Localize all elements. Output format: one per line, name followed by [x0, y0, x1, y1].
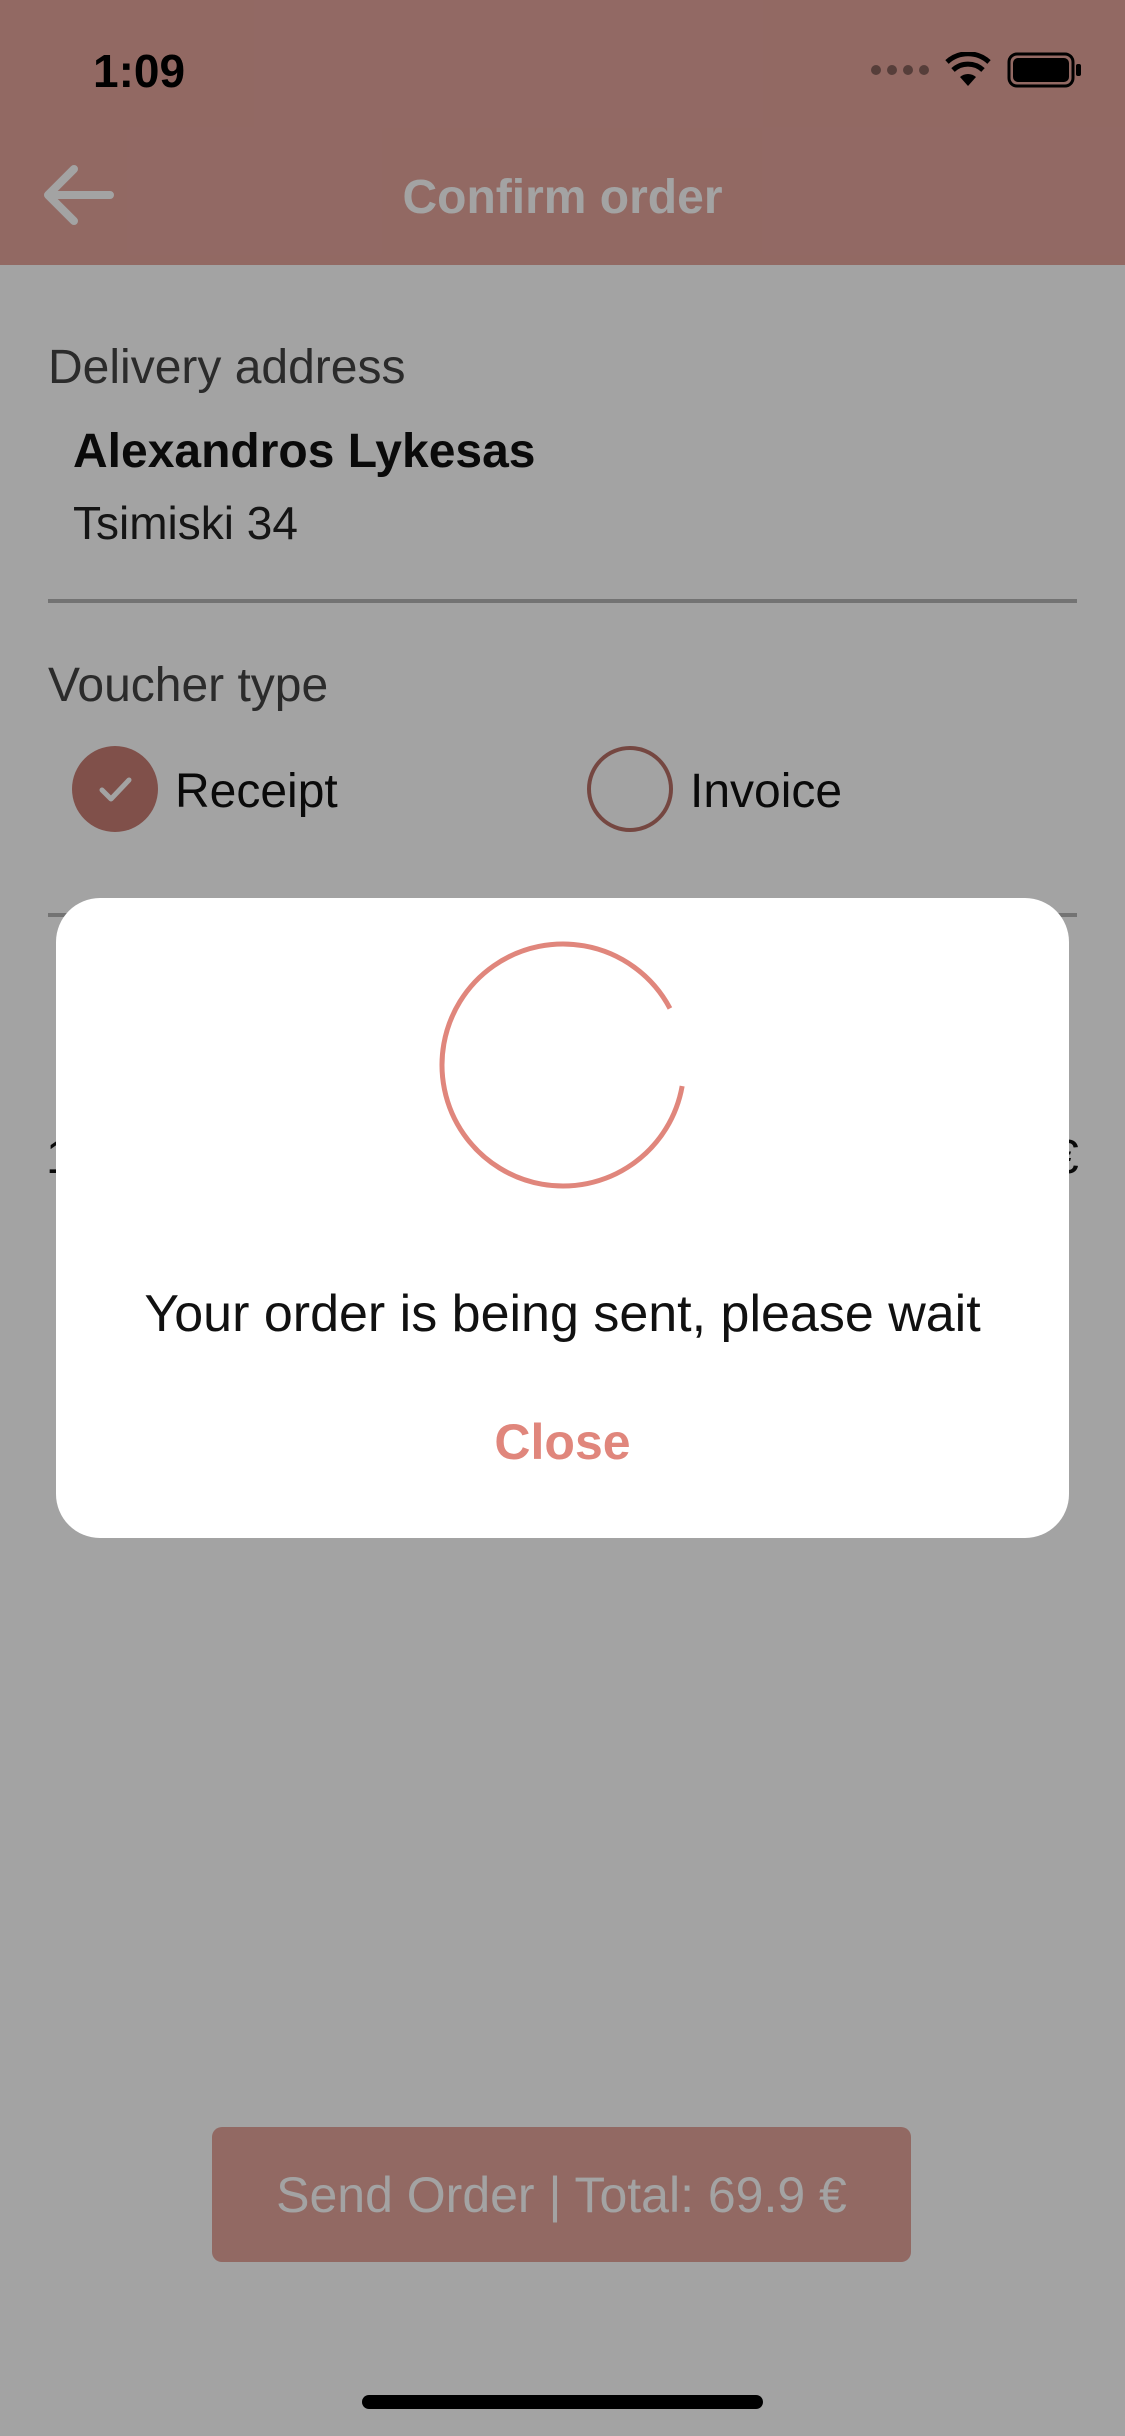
- close-button[interactable]: Close: [56, 1413, 1069, 1471]
- home-indicator[interactable]: [362, 2395, 763, 2409]
- loading-spinner-icon: [439, 941, 687, 1189]
- sending-order-dialog: Your order is being sent, please wait Cl…: [56, 898, 1069, 1538]
- dialog-message: Your order is being sent, please wait: [144, 1285, 981, 1343]
- confirm-order-screen: 1:09 Confirm order Delivery address Alex…: [0, 0, 1125, 2436]
